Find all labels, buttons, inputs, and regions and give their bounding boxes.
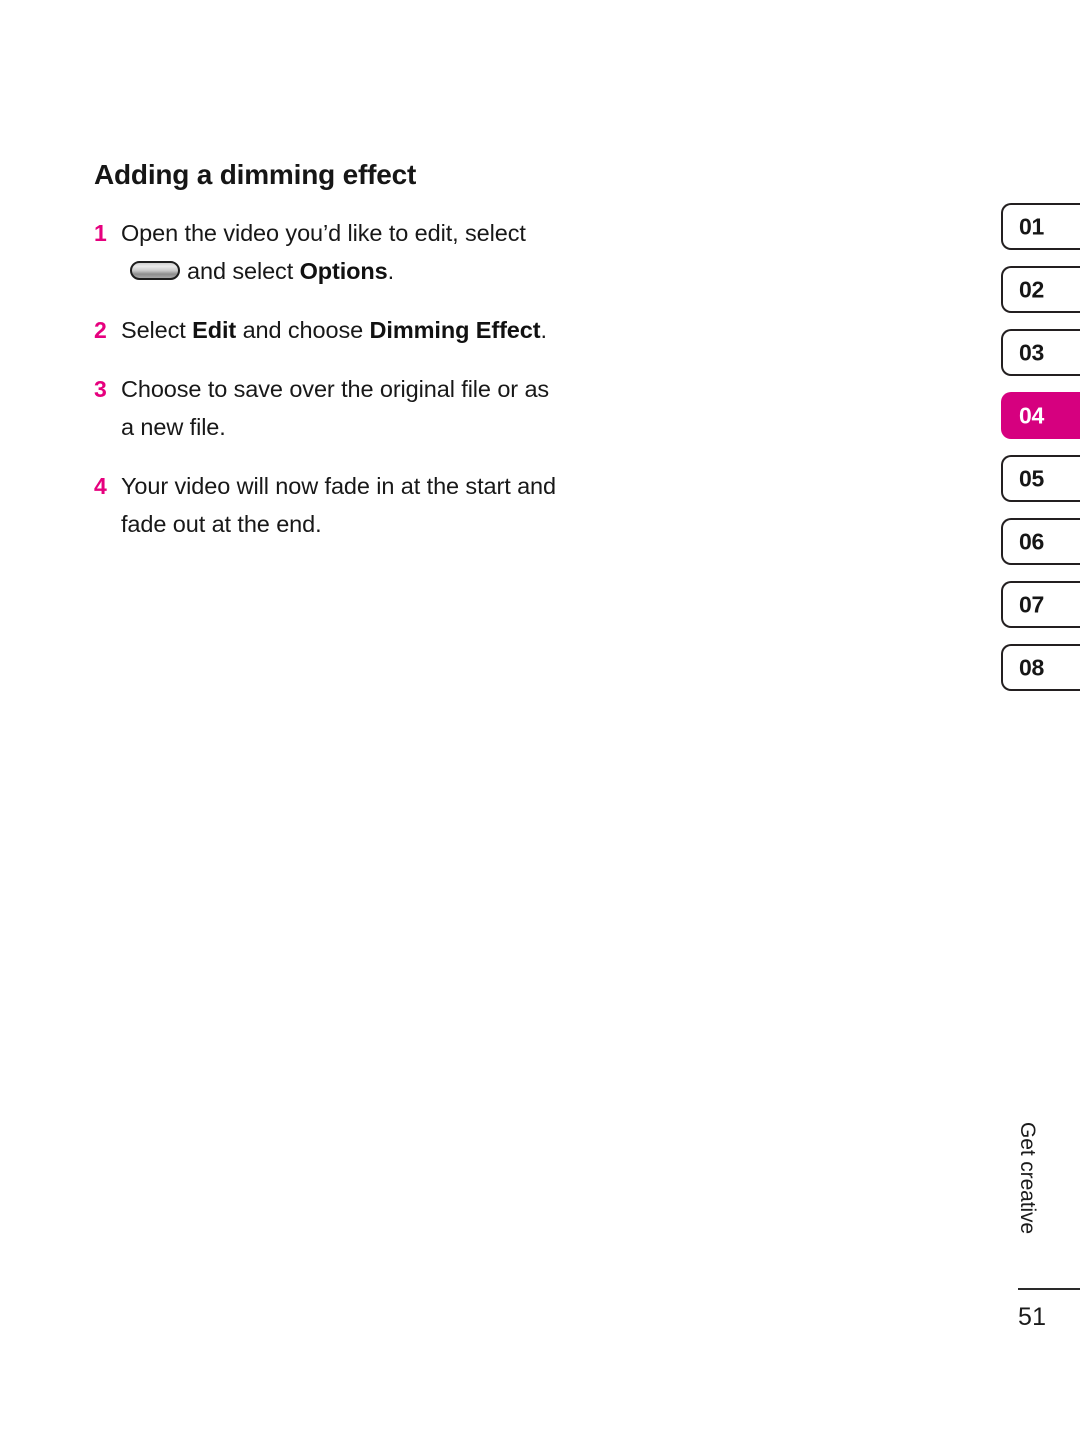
instruction-steps-list: 1 Open the video you’d like to edit, sele… — [94, 214, 564, 543]
step-text-emphasis: Dimming Effect — [369, 317, 541, 343]
chapter-tab-label: 01 — [1019, 213, 1044, 239]
step-number: 4 — [94, 473, 107, 499]
chapter-tab-03[interactable]: 03 — [1001, 329, 1080, 376]
chapter-tab-label: 06 — [1019, 528, 1044, 554]
instruction-step: 4 Your video will now fade in at the star… — [94, 467, 564, 543]
chapter-tab-label: 07 — [1019, 591, 1044, 617]
step-text: Open the video you’d like to edit, selec… — [121, 220, 526, 246]
instruction-step: 1 Open the video you’d like to edit, sele… — [94, 214, 564, 290]
chapter-tab-04[interactable]: 04 — [1001, 392, 1080, 439]
step-text-emphasis: Edit — [192, 317, 237, 343]
chapter-tab-05[interactable]: 05 — [1001, 455, 1080, 502]
page-title: Adding a dimming effect — [94, 159, 417, 190]
step-text: . — [387, 258, 395, 284]
chapter-tab-index: 01 02 03 04 05 06 07 08 — [1001, 203, 1080, 707]
step-text: and choose — [236, 317, 370, 343]
step-text: and select — [187, 258, 300, 284]
chapter-tab-02[interactable]: 02 — [1001, 266, 1080, 313]
instruction-step: 3 Choose to save over the original file o… — [94, 370, 564, 446]
chapter-tab-label: 03 — [1019, 339, 1044, 365]
main-content: Adding a dimming effect 1 Open the video … — [94, 158, 564, 543]
manual-page: Adding a dimming effect 1 Open the video … — [0, 0, 1080, 1439]
chapter-tab-06[interactable]: 06 — [1001, 518, 1080, 565]
footer-divider — [1018, 1288, 1080, 1290]
step-number: 2 — [94, 317, 107, 343]
section-running-head: Get creative — [1016, 1122, 1046, 1282]
chapter-tab-label: 02 — [1019, 276, 1044, 302]
section-running-head-label: Get creative — [1016, 1122, 1039, 1235]
step-number: 3 — [94, 376, 107, 402]
chapter-tab-label: 04 — [1019, 402, 1044, 428]
page-number: 51 — [1018, 1303, 1047, 1331]
step-number: 1 — [94, 220, 107, 246]
chapter-tab-07[interactable]: 07 — [1001, 581, 1080, 628]
chapter-tab-label: 05 — [1019, 465, 1044, 491]
step-text: . — [540, 317, 547, 343]
step-text-emphasis: Options — [299, 258, 388, 284]
softkey-button-icon — [130, 261, 180, 281]
step-text: Your video will now fade in at the start… — [121, 473, 556, 537]
chapter-tab-01[interactable]: 01 — [1001, 203, 1080, 250]
chapter-tab-label: 08 — [1019, 654, 1044, 680]
step-text: Select — [121, 317, 193, 343]
step-text: Choose to save over the original file or… — [121, 376, 550, 440]
chapter-tab-08[interactable]: 08 — [1001, 644, 1080, 691]
instruction-step: 2 Select Edit and choose Dimming Effect. — [94, 311, 564, 349]
